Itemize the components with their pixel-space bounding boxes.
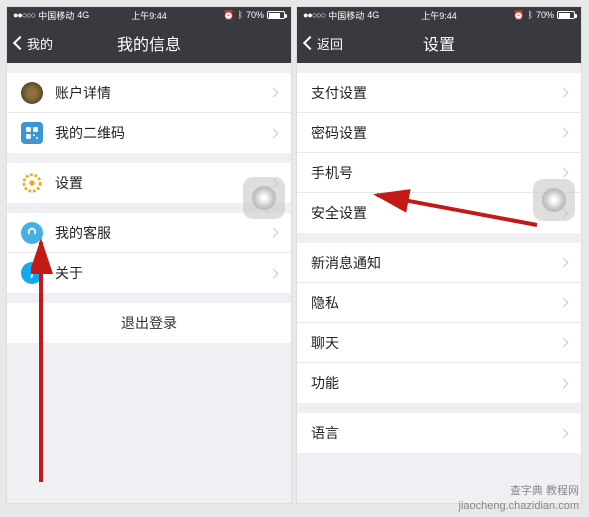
headset-icon [21, 222, 43, 244]
row-label: 设置 [55, 173, 270, 193]
back-button[interactable]: 返回 [305, 34, 343, 53]
row-label: 支付设置 [311, 83, 560, 103]
chevron-left-icon [13, 36, 27, 50]
nav-bar: 返回 设置 [297, 23, 581, 63]
status-bar: ●●○○○ 中国移动 4G 上午9:44 ⏰ ᛒ 70% [7, 7, 291, 23]
row-label: 隐私 [311, 293, 560, 313]
chevron-right-icon [559, 168, 569, 178]
row-label: 安全设置 [311, 203, 560, 223]
chevron-right-icon [559, 128, 569, 138]
signal-dots-icon: ●●○○○ [303, 10, 325, 20]
back-button[interactable]: 我的 [15, 34, 53, 53]
row-language[interactable]: 语言 [297, 413, 581, 453]
row-label: 语言 [311, 423, 560, 443]
chevron-right-icon [559, 428, 569, 438]
alarm-icon: ⏰ [513, 10, 524, 21]
avatar-icon [21, 82, 43, 104]
carrier-label: 中国移动 [328, 9, 364, 22]
row-label: 聊天 [311, 333, 560, 353]
gear-icon [21, 172, 43, 194]
row-logout[interactable]: 退出登录 [7, 303, 291, 343]
phone-screen-left: ●●○○○ 中国移动 4G 上午9:44 ⏰ ᛒ 70% 我的 我的信息 账户详… [6, 6, 292, 504]
row-privacy[interactable]: 隐私 [297, 283, 581, 323]
row-label: 账户详情 [55, 83, 270, 103]
watermark-line1: 查字典 教程网 [459, 484, 579, 498]
qrcode-icon [21, 122, 43, 144]
carrier-label: 中国移动 [38, 9, 74, 22]
row-label: 密码设置 [311, 123, 560, 143]
row-label: 关于 [55, 263, 270, 283]
watermark-line2: jiaocheng.chazidian.com [459, 499, 579, 513]
row-label: 我的二维码 [55, 123, 270, 143]
info-icon: i [21, 262, 43, 284]
row-label: 我的客服 [55, 223, 270, 243]
row-new-message-notify[interactable]: 新消息通知 [297, 243, 581, 283]
clock-label: 上午9:44 [421, 9, 457, 22]
battery-percent: 70% [536, 10, 554, 20]
row-label: 手机号 [311, 163, 560, 183]
row-account-details[interactable]: 账户详情 [7, 73, 291, 113]
row-my-qrcode[interactable]: 我的二维码 [7, 113, 291, 153]
chevron-left-icon [303, 36, 317, 50]
signal-dots-icon: ●●○○○ [13, 10, 35, 20]
row-pay-settings[interactable]: 支付设置 [297, 73, 581, 113]
status-bar: ●●○○○ 中国移动 4G 上午9:44 ⏰ ᛒ 70% [297, 7, 581, 23]
bluetooth-icon: ᛒ [528, 10, 533, 20]
watermark: 查字典 教程网 jiaocheng.chazidian.com [459, 484, 579, 513]
chevron-right-icon [559, 298, 569, 308]
page-title: 我的信息 [117, 31, 181, 55]
row-my-service[interactable]: 我的客服 [7, 213, 291, 253]
network-label: 4G [77, 10, 89, 20]
battery-icon [267, 11, 285, 19]
row-about[interactable]: i 关于 [7, 253, 291, 293]
clock-label: 上午9:44 [131, 9, 167, 22]
row-label: 功能 [311, 373, 560, 393]
chevron-right-icon [559, 378, 569, 388]
chevron-right-icon [269, 128, 279, 138]
chevron-right-icon [559, 338, 569, 348]
assistive-touch-icon[interactable] [533, 179, 575, 221]
back-label: 我的 [27, 34, 53, 53]
bluetooth-icon: ᛒ [238, 10, 243, 20]
battery-icon [557, 11, 575, 19]
back-label: 返回 [317, 34, 343, 53]
battery-percent: 70% [246, 10, 264, 20]
nav-bar: 我的 我的信息 [7, 23, 291, 63]
row-label: 新消息通知 [311, 253, 560, 273]
row-function[interactable]: 功能 [297, 363, 581, 403]
alarm-icon: ⏰ [223, 10, 234, 21]
row-password-settings[interactable]: 密码设置 [297, 113, 581, 153]
network-label: 4G [367, 10, 379, 20]
assistive-touch-icon[interactable] [243, 177, 285, 219]
row-chat[interactable]: 聊天 [297, 323, 581, 363]
page-title: 设置 [423, 31, 455, 55]
logout-label: 退出登录 [121, 313, 177, 333]
phone-screen-right: ●●○○○ 中国移动 4G 上午9:44 ⏰ ᛒ 70% 返回 设置 支付设置 [296, 6, 582, 504]
chevron-right-icon [269, 268, 279, 278]
chevron-right-icon [269, 88, 279, 98]
chevron-right-icon [269, 228, 279, 238]
chevron-right-icon [559, 88, 569, 98]
chevron-right-icon [559, 258, 569, 268]
